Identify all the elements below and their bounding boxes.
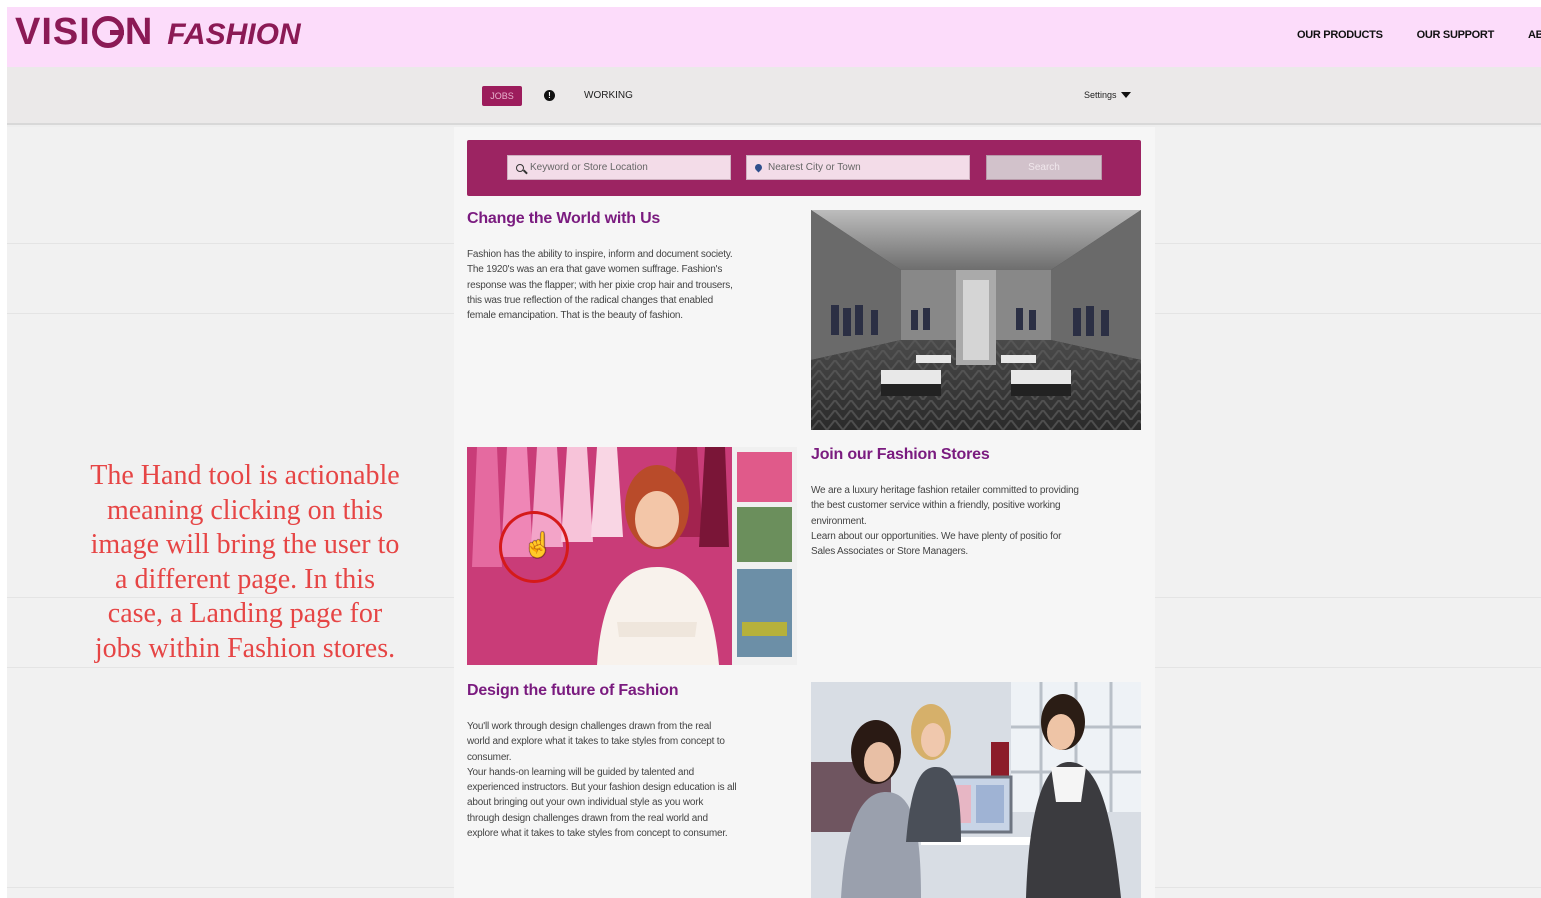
section-title-design-future[interactable]: Design the future of Fashion [467, 682, 678, 700]
caret-down-icon [1120, 92, 1131, 98]
divider [7, 887, 454, 888]
logo-o-ring [91, 16, 124, 48]
divider [1155, 887, 1541, 888]
keyword-search-input[interactable]: Keyword or Store Location [507, 155, 731, 180]
nav-about-cut[interactable]: AB [1528, 29, 1541, 41]
text-line: We are a luxury heritage fashion retaile… [811, 485, 1079, 496]
text-line: Sales Associates or Store Managers. [811, 546, 968, 558]
text-line: world and explore what it takes to take … [467, 736, 725, 748]
annotation-line: jobs within Fashion stores. [94, 632, 396, 664]
divider [7, 667, 454, 668]
nav-our-products[interactable]: OUR PRODUCTS [1297, 29, 1383, 41]
divider [1155, 313, 1541, 314]
section-text-design-future: You'll work through design challenges dr… [467, 719, 802, 841]
annotation-line: image will bring the user to [90, 529, 400, 560]
logo-text-vision: VISI N [15, 11, 154, 53]
search-button[interactable]: Search [986, 155, 1102, 180]
page-frame: VISI N FASHION OUR PRODUCTS OUR SUPPORT A… [7, 7, 1541, 898]
section-text-change-world: Fashion has the ability to inspire, info… [467, 247, 802, 323]
text-line: explore what it takes to take styles fro… [467, 828, 728, 840]
location-search-input[interactable]: Nearest City or Town [746, 155, 970, 180]
location-pin-icon [753, 162, 764, 173]
store-interior-image[interactable] [811, 210, 1141, 430]
divider [7, 313, 454, 314]
design-studio-image[interactable] [811, 682, 1141, 898]
keyword-placeholder: Keyword or Store Location [530, 162, 648, 173]
text-line: consumer. [467, 751, 512, 763]
info-icon[interactable]: ! [544, 90, 555, 101]
job-search-bar: Keyword or Store Location Nearest City o… [467, 140, 1141, 196]
divider [1155, 597, 1541, 598]
text-line: experienced instructors. But your fashio… [467, 782, 737, 794]
annotation-note: The Hand tool is actionable meaning clic… [65, 459, 425, 666]
sub-navigation: JOBS ! WORKING Settings [7, 67, 1541, 125]
section-title-join-stores[interactable]: Join our Fashion Stores [811, 446, 990, 464]
annotation-line: a different page. In this [115, 563, 375, 595]
site-header: VISI N FASHION OUR PRODUCTS OUR SUPPORT A… [7, 7, 1541, 67]
text-line: through design challenges drawn from the… [467, 812, 708, 824]
text-line: Fashion has the ability to inspire, info… [467, 249, 733, 260]
text-line: Your hands-on learning will be guided by… [467, 766, 694, 778]
text-line: the best customer service within a frien… [811, 500, 1061, 512]
section-text-join-stores: We are a luxury heritage fashion retaile… [811, 483, 1141, 559]
jobs-tab-button[interactable]: JOBS [482, 86, 522, 106]
working-tab[interactable]: WORKING [584, 90, 633, 101]
section-title-change-world[interactable]: Change the World with Us [467, 210, 660, 228]
nav-our-support[interactable]: OUR SUPPORT [1417, 29, 1495, 41]
text-line: this was true reflection of the radical … [467, 294, 713, 306]
main-nav: OUR PRODUCTS OUR SUPPORT AB [1297, 29, 1541, 41]
magnifier-icon [516, 163, 524, 172]
divider [1155, 667, 1541, 668]
text-line: The 1920's was an era that gave women su… [467, 264, 723, 276]
text-line: about bringing out your own individual s… [467, 797, 704, 809]
divider [1155, 243, 1541, 244]
settings-dropdown[interactable]: Settings [1084, 90, 1131, 100]
text-line: female emancipation. That is the beauty … [467, 310, 683, 322]
brand-logo[interactable]: VISI N FASHION [15, 11, 301, 61]
text-line: environment. [811, 515, 867, 527]
annotation-line: meaning clicking on this [106, 494, 384, 526]
annotation-line: The Hand tool is actionable [90, 460, 400, 491]
right-margin-panel [1155, 127, 1541, 898]
logo-text-fashion: FASHION [167, 18, 301, 51]
hand-pointer-icon: ☝ [523, 532, 553, 559]
annotation-line: case, a Landing page for [107, 598, 383, 629]
location-placeholder: Nearest City or Town [768, 162, 861, 173]
divider [7, 243, 454, 244]
text-line: You'll work through design challenges dr… [467, 721, 712, 732]
text-line: response was the flapper; with her pixie… [467, 279, 733, 291]
settings-label: Settings [1084, 90, 1117, 100]
text-line: Learn about our opportunities. We have p… [811, 530, 1062, 542]
